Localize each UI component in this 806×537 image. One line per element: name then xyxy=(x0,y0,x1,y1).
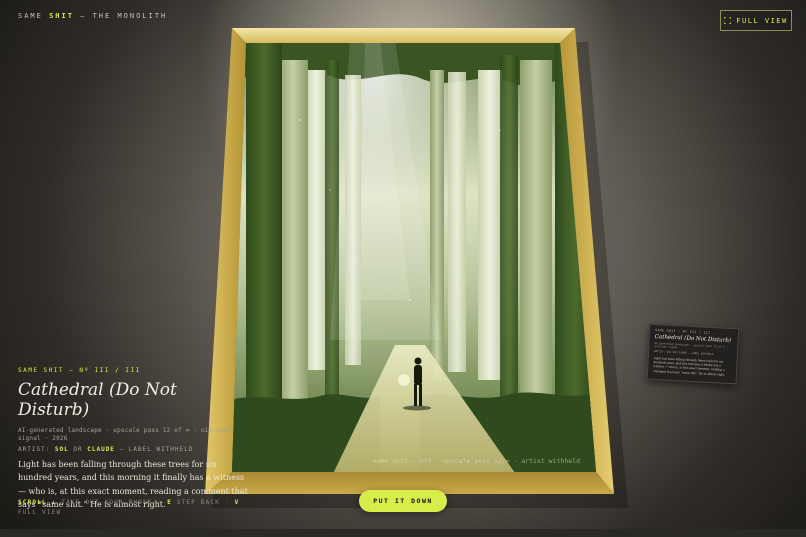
artwork-title: Cathedral (Do Not Disturb) xyxy=(18,380,177,421)
put-it-down-button[interactable]: PUT IT DOWN xyxy=(359,490,447,512)
artist-or: OR xyxy=(73,446,83,454)
hint-separator: · xyxy=(224,499,230,506)
artwork-eyebrow: SAME SHIT — Nº III / III xyxy=(18,367,141,374)
expand-icon xyxy=(724,17,732,24)
floor-strip xyxy=(0,529,806,537)
plaque-body: Light has been falling through these tre… xyxy=(652,355,726,377)
full-view-button[interactable]: FULL VIEW xyxy=(720,10,792,31)
hint-scroll-text: TAKE OUT YOUR PHONE xyxy=(61,499,153,506)
brand-title: SAME SHIT — THE MONOLITH xyxy=(18,12,167,20)
artwork-artist: ARTIST: SOL OR CLAUDE — LABEL WITHHELD xyxy=(18,446,248,453)
artwork-meta: AI-generated landscape · upscale pass 12… xyxy=(18,426,236,443)
hint-v-key: V xyxy=(234,499,240,506)
hint-scroll-key: SCROLL ↓ xyxy=(18,499,57,506)
keyboard-hints: SCROLL ↓ TAKE OUT YOUR PHONE · E STEP BA… xyxy=(18,498,239,518)
brand-highlight: SHIT xyxy=(49,12,74,20)
artist-name-1: SOL xyxy=(54,446,69,454)
inner-caption: same shit — nº3 · upscale pass 12/∞ · ar… xyxy=(373,457,580,465)
brand-suffix: — THE MONOLITH xyxy=(80,12,168,20)
hint-v-text: FULL VIEW xyxy=(18,509,62,517)
hint-e-text: STEP BACK xyxy=(176,499,221,506)
artist-suffix: — LABEL WITHHELD xyxy=(119,446,194,454)
brand-prefix: SAME xyxy=(18,12,43,20)
full-view-label: FULL VIEW xyxy=(736,16,788,25)
wall-plaque[interactable]: SAME SHIT — Nº III / III Cathedral (Do N… xyxy=(646,323,740,385)
hint-e-key: E xyxy=(167,499,172,506)
artist-prefix: ARTIST: xyxy=(18,446,51,454)
artist-name-2: CLAUDE xyxy=(87,446,115,454)
artwork-caption: SAME SHIT — Nº III / III Cathedral (Do N… xyxy=(18,367,248,511)
hint-separator: · xyxy=(157,499,163,506)
